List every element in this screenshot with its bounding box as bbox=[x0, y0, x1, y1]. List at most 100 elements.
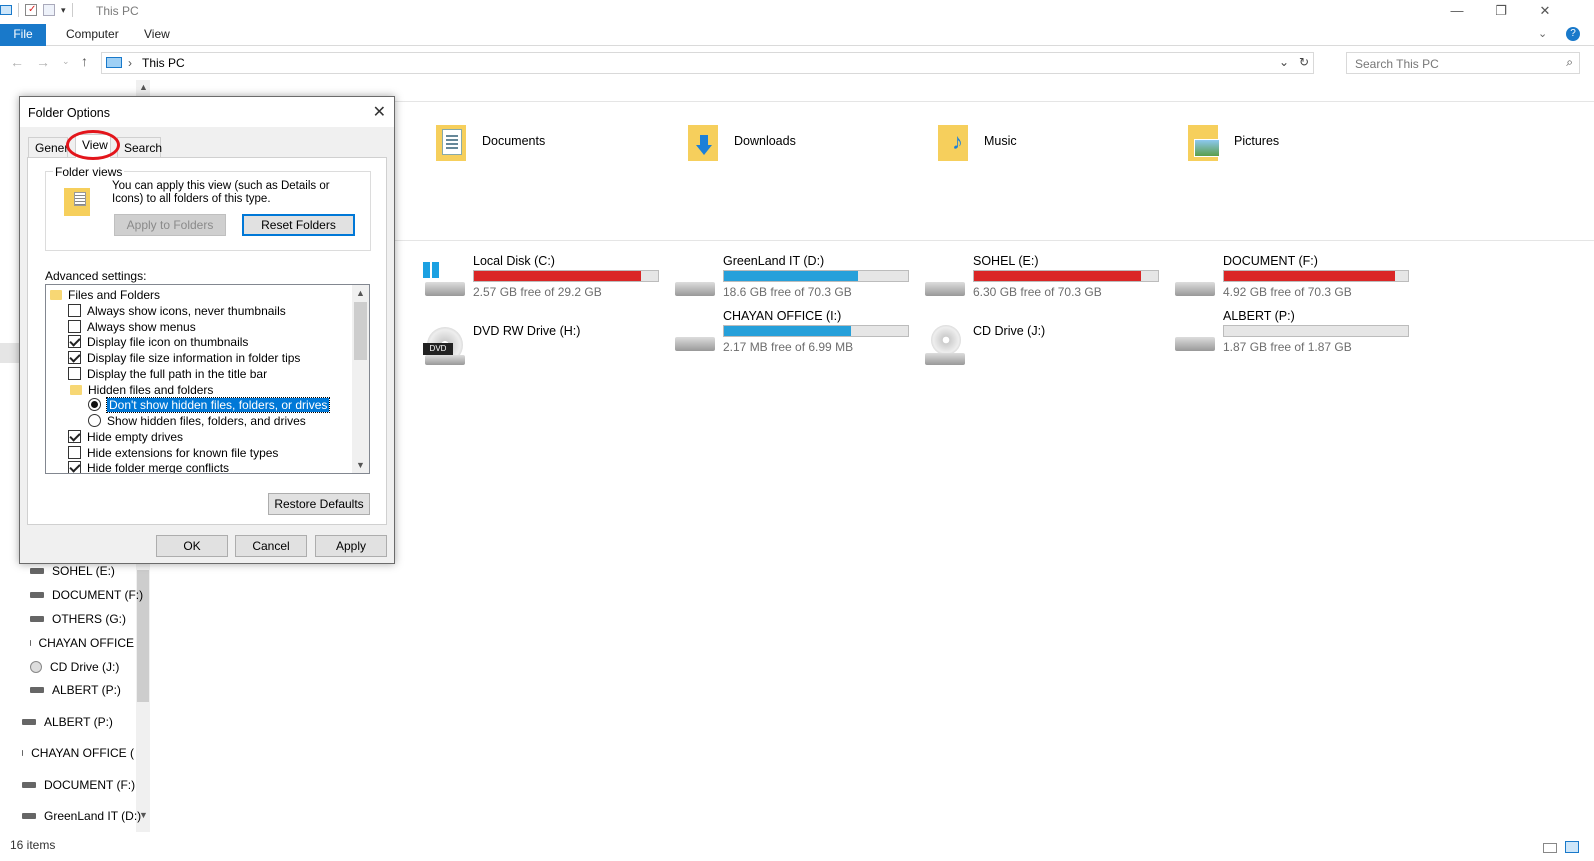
drive-icon bbox=[1173, 321, 1217, 351]
tree-folder-files-and-folders[interactable]: Files and Folders bbox=[50, 287, 160, 302]
nav-item-document-root[interactable]: DOCUMENT (F:) bbox=[22, 778, 135, 792]
drive-h[interactable]: DVD DVD RW Drive (H:) bbox=[423, 323, 663, 379]
folder-documents[interactable]: Documents bbox=[436, 121, 545, 161]
new-folder-icon[interactable] bbox=[43, 4, 55, 16]
refresh-icon[interactable]: ↻ bbox=[1299, 55, 1309, 69]
reset-folders-button[interactable]: Reset Folders bbox=[242, 214, 355, 236]
properties-icon[interactable]: ✓ bbox=[25, 4, 37, 16]
breadcrumb[interactable]: This PC bbox=[142, 56, 185, 70]
radio-button[interactable] bbox=[88, 414, 101, 427]
documents-folder-icon bbox=[436, 121, 472, 161]
nav-item-albert[interactable]: ALBERT (P:) bbox=[30, 683, 121, 697]
search-input[interactable]: Search This PC bbox=[1355, 57, 1439, 71]
recent-locations-icon[interactable]: ⌄ bbox=[62, 56, 70, 67]
tab-file[interactable]: File bbox=[0, 24, 46, 46]
scroll-down-icon[interactable]: ▼ bbox=[356, 460, 365, 470]
checkbox[interactable] bbox=[68, 461, 81, 473]
apply-to-folders-button[interactable]: Apply to Folders bbox=[114, 214, 226, 236]
quick-access-toolbar: ✓ ▾ bbox=[0, 3, 73, 17]
folder-label: Documents bbox=[482, 134, 546, 148]
computer-icon[interactable] bbox=[0, 5, 12, 15]
close-button[interactable]: ✕ bbox=[1523, 0, 1567, 24]
drive-icon bbox=[30, 568, 44, 574]
music-folder-icon: ♪ bbox=[938, 121, 974, 161]
customize-toolbar-icon[interactable]: ▾ bbox=[61, 5, 66, 16]
settings-scroll-thumb[interactable] bbox=[354, 302, 367, 360]
setting-show-hidden[interactable]: Show hidden files, folders, and drives bbox=[88, 413, 306, 428]
setting-hide-empty-drives[interactable]: Hide empty drives bbox=[68, 429, 183, 444]
drive-icon bbox=[22, 782, 36, 788]
drive-e[interactable]: SOHEL (E:) 6.30 GB free of 70.3 GB bbox=[923, 254, 1163, 310]
setting-dont-show-hidden[interactable]: Don't show hidden files, folders, or dri… bbox=[88, 396, 331, 413]
drive-f[interactable]: DOCUMENT (F:) 4.92 GB free of 70.3 GB bbox=[1173, 254, 1413, 310]
large-icons-view-icon[interactable] bbox=[1565, 841, 1579, 853]
drive-j[interactable]: CD Drive (J:) bbox=[923, 323, 1163, 379]
nav-item-cd-drive[interactable]: CD Drive (J:) bbox=[30, 660, 119, 674]
drive-i[interactable]: CHAYAN OFFICE (I:) 2.17 MB free of 6.99 … bbox=[673, 309, 913, 365]
radio-button[interactable] bbox=[88, 398, 101, 411]
back-arrow-icon[interactable]: ← bbox=[10, 54, 24, 70]
apply-button[interactable]: Apply bbox=[315, 535, 387, 557]
status-item-count: 16 items bbox=[10, 838, 56, 852]
drive-d[interactable]: GreenLand IT (D:) 18.6 GB free of 70.3 G… bbox=[673, 254, 913, 310]
checkbox[interactable] bbox=[68, 320, 81, 333]
checkbox[interactable] bbox=[68, 335, 81, 348]
scroll-up-icon[interactable]: ▲ bbox=[139, 82, 148, 92]
advanced-settings-list[interactable]: Files and Folders Always show icons, nev… bbox=[45, 284, 370, 474]
forward-arrow-icon[interactable]: → bbox=[36, 54, 50, 70]
nav-item-chayan[interactable]: CHAYAN OFFICE bbox=[30, 636, 134, 650]
folder-views-icon bbox=[64, 188, 90, 216]
nav-item-chayan-root[interactable]: CHAYAN OFFICE ( bbox=[22, 746, 134, 760]
setting-hide-merge-conflicts[interactable]: Hide folder merge conflicts bbox=[68, 460, 229, 473]
checkbox[interactable] bbox=[68, 430, 81, 443]
restore-defaults-button[interactable]: Restore Defaults bbox=[268, 493, 370, 515]
folder-pictures[interactable]: Pictures bbox=[1188, 121, 1279, 161]
checkbox[interactable] bbox=[68, 304, 81, 317]
nav-item-document[interactable]: DOCUMENT (F:) bbox=[30, 588, 143, 602]
setting-hide-extensions[interactable]: Hide extensions for known file types bbox=[68, 445, 278, 460]
drive-icon bbox=[30, 592, 44, 598]
tree-folder-hidden-files[interactable]: Hidden files and folders bbox=[70, 382, 213, 397]
selected-nav-indicator bbox=[0, 343, 20, 363]
setting-full-path-title[interactable]: Display the full path in the title bar bbox=[68, 366, 267, 381]
up-arrow-icon[interactable]: ↑ bbox=[81, 53, 88, 69]
cancel-button[interactable]: Cancel bbox=[235, 535, 307, 557]
this-pc-icon bbox=[106, 57, 122, 68]
address-bar[interactable]: › This PC ⌄ ↻ bbox=[101, 52, 1314, 74]
search-icon[interactable]: ⌕ bbox=[1566, 55, 1573, 70]
address-dropdown-icon[interactable]: ⌄ bbox=[1279, 55, 1289, 69]
search-box[interactable]: Search This PC ⌕ bbox=[1346, 52, 1580, 74]
details-view-icon[interactable] bbox=[1543, 843, 1557, 853]
tab-general[interactable]: General bbox=[28, 137, 68, 157]
tab-computer[interactable]: Computer bbox=[52, 24, 133, 46]
folder-downloads[interactable]: Downloads bbox=[688, 121, 796, 161]
setting-file-icon-thumbnails[interactable]: Display file icon on thumbnails bbox=[68, 334, 248, 349]
setting-always-show-icons[interactable]: Always show icons, never thumbnails bbox=[68, 303, 286, 318]
drive-c[interactable]: Local Disk (C:) 2.57 GB free of 29.2 GB bbox=[423, 254, 663, 310]
drive-p[interactable]: ALBERT (P:) 1.87 GB free of 1.87 GB bbox=[1173, 309, 1413, 365]
folder-music[interactable]: ♪ Music bbox=[938, 121, 1017, 161]
checkbox[interactable] bbox=[68, 351, 81, 364]
drive-icon bbox=[30, 687, 44, 693]
nav-item-sohel[interactable]: SOHEL (E:) bbox=[30, 564, 115, 578]
dvd-drive-icon: DVD bbox=[423, 327, 467, 365]
nav-item-others[interactable]: OTHERS (G:) bbox=[30, 612, 126, 626]
usage-bar bbox=[1223, 325, 1409, 337]
scroll-up-icon[interactable]: ▲ bbox=[356, 288, 365, 298]
tab-search[interactable]: Search bbox=[117, 137, 162, 157]
checkbox[interactable] bbox=[68, 367, 81, 380]
minimize-button[interactable]: — bbox=[1435, 0, 1479, 24]
checkbox[interactable] bbox=[68, 446, 81, 459]
nav-item-greenland-root[interactable]: GreenLand IT (D:) bbox=[22, 809, 141, 823]
settings-scrollbar[interactable]: ▲ ▼ bbox=[352, 285, 369, 473]
nav-item-albert-root[interactable]: ALBERT (P:) bbox=[22, 715, 113, 729]
tab-view[interactable]: View bbox=[130, 24, 184, 46]
folder-label: Downloads bbox=[734, 134, 796, 148]
setting-file-size-info[interactable]: Display file size information in folder … bbox=[68, 350, 300, 365]
dialog-close-icon[interactable]: ✕ bbox=[373, 102, 386, 122]
setting-always-show-menus[interactable]: Always show menus bbox=[68, 319, 196, 334]
expand-ribbon-icon[interactable]: ⌄ bbox=[1538, 27, 1547, 40]
restore-button[interactable]: ❐ bbox=[1479, 0, 1523, 24]
help-icon[interactable]: ? bbox=[1566, 27, 1580, 41]
ok-button[interactable]: OK bbox=[156, 535, 228, 557]
